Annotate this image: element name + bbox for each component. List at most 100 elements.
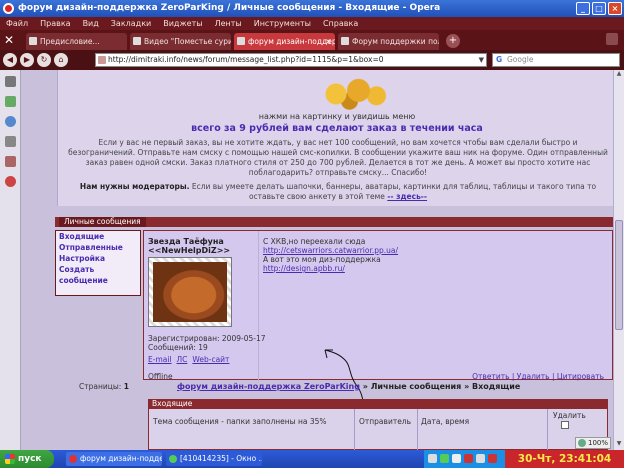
taskbar-item-label: [410414235] - Окно ... [180,454,262,463]
vertical-scrollbar[interactable]: ▲ ▼ [613,70,624,450]
pm-link[interactable]: ЛС [177,355,188,364]
side-panel [0,70,21,450]
column-sender: Отправитель [359,417,412,426]
system-clock[interactable]: 30-Чт, 23:41:04 [505,450,624,468]
post-meta: Зарегистрирован: 2009-05-17 Сообщений: 1… [148,334,266,352]
globe-icon[interactable] [5,116,16,127]
close-button[interactable]: × [608,2,622,15]
tray-icon[interactable] [476,454,485,463]
post-divider [258,231,259,381]
menu-view[interactable]: Вид [83,17,99,30]
promo-line2: всего за 9 рублей вам сделают заказ в те… [191,123,483,134]
menu-widgets[interactable]: Виджеты [163,17,202,30]
pagination: Страницы: 1 [79,382,129,391]
menu-help[interactable]: Справка [323,17,358,30]
tab-label: Видео "Поместье сури... [144,37,231,46]
scroll-down-icon[interactable]: ▼ [614,440,624,450]
column-delete: Удалить [553,411,586,420]
menu-feeds[interactable]: Ленты [215,17,242,30]
pm-menu-settings[interactable]: Настройка [56,253,140,264]
opera-logo-icon [3,3,14,14]
zoom-control[interactable]: 100% [575,437,611,449]
tab-bar: Предисловие... Видео "Поместье сури... ф… [0,30,624,50]
post-author[interactable]: Звезда Таёфуна [148,237,224,246]
bookmarks-icon[interactable] [5,96,16,107]
new-tab-button[interactable]: + [446,34,460,48]
tab-2[interactable]: Видео "Поместье сури... [130,33,231,50]
breadcrumb-forum-link[interactable]: форум дизайн-поддержка ZeroParKing [177,382,360,391]
menu-bar: Файл Правка Вид Закладки Виджеты Ленты И… [0,17,624,30]
post-link-1[interactable]: http://cetswarriors.catwarrior.pp.ua/ [263,246,398,255]
select-all-checkbox[interactable] [561,421,569,429]
gear-icon[interactable] [5,76,16,87]
tray-icon[interactable] [488,454,497,463]
chevron-down-icon[interactable]: ▼ [479,54,484,66]
promo-line1: нажми на картинку и увидишь меню [258,112,416,121]
page-icon [29,37,37,45]
home-button[interactable]: ⌂ [54,53,68,67]
email-link[interactable]: E-mail [148,355,172,364]
link-icon[interactable] [5,156,16,167]
search-field[interactable]: G Google [492,53,620,67]
forward-button[interactable]: ▶ [20,53,34,67]
tools-icon[interactable]: ✕ [4,33,14,47]
tab-3-active[interactable]: форум дизайн-поддерж...× [234,33,335,50]
search-placeholder: Google [507,55,534,64]
menu-edit[interactable]: Правка [40,17,70,30]
profile-links: E-mail ЛС Web-сайт [148,355,229,364]
status-badge: Offline [148,372,173,381]
promo-paragraph: Если у вас не первый заказ, вы не хотите… [68,138,608,177]
post-actions[interactable]: Ответить | Удалить | Цитировать [472,372,604,381]
menu-file[interactable]: Файл [6,17,28,30]
tab-label: Предисловие... [40,37,100,46]
maximize-button[interactable]: □ [592,2,606,15]
back-button[interactable]: ◀ [3,53,17,67]
column-datetime: Дата, время [421,417,470,426]
pm-menu-sent[interactable]: Отправленные [56,242,140,253]
scrollbar-thumb[interactable] [615,220,623,330]
website-link[interactable]: Web-сайт [192,355,229,364]
tab-1[interactable]: Предисловие... [26,33,127,50]
promo-block: нажми на картинку и увидишь меню всего з… [57,70,613,206]
moderators-heading: Нам нужны модераторы. [79,182,190,191]
taskbar-item-opera[interactable]: форум дизайн-поддерж... [66,452,162,466]
tray-icon[interactable] [464,454,473,463]
tray-icon[interactable] [440,454,449,463]
page-number[interactable]: 1 [124,382,129,391]
post-author-rank: <<NewHelpDiZ>> [148,246,231,255]
tray-icon[interactable] [428,454,437,463]
scroll-up-icon[interactable]: ▲ [614,70,624,80]
column-divider [354,409,355,450]
notes-icon[interactable] [5,136,16,147]
post-text-line: А вот это моя диз-поддержка [263,255,381,264]
pm-header: Личные сообщения [55,217,613,227]
pm-menu: Входящие Отправленные Настройка Создать … [55,230,141,296]
taskbar-item-label: форум дизайн-поддерж... [80,454,162,463]
post-link-2[interactable]: http://design.apbb.ru/ [263,264,398,273]
page-content: нажми на картинку и увидишь меню всего з… [21,70,613,450]
pm-menu-inbox[interactable]: Входящие [56,231,140,242]
moderators-note: Нам нужны модераторы. Если вы умеете дел… [68,182,608,202]
transfers-icon[interactable] [5,176,16,187]
menu-bookmarks[interactable]: Закладки [111,17,151,30]
coins-banner-image[interactable] [309,76,399,112]
reload-button[interactable]: ↻ [37,53,51,67]
address-field[interactable]: http://dimitraki.info/news/forum/message… [95,53,487,67]
google-icon: G [496,55,503,64]
opera-logo-icon [69,455,77,463]
trash-icon[interactable] [606,33,618,45]
taskbar-item-icq[interactable]: [410414235] - Окно ... [166,452,262,466]
window-title: форум дизайн-поддержка ZeroParKing / Лич… [18,3,441,13]
avatar [153,262,227,322]
tab-4[interactable]: Форум поддержки пол... [338,33,439,50]
post-text-line: С ХКВ,но переехали сюда [263,237,366,246]
pm-menu-compose[interactable]: Создать сообщение [56,264,140,286]
tray-icon[interactable] [452,454,461,463]
moderators-link[interactable]: -- здесь-- [387,192,427,201]
minimize-button[interactable]: _ [576,2,590,15]
page-icon [341,37,349,45]
menu-tools[interactable]: Инструменты [254,17,311,30]
tab-close-icon[interactable]: × [325,33,332,50]
start-button[interactable]: пуск [0,450,54,468]
window-title-bar: форум дизайн-поддержка ZeroParKing / Лич… [0,0,624,17]
